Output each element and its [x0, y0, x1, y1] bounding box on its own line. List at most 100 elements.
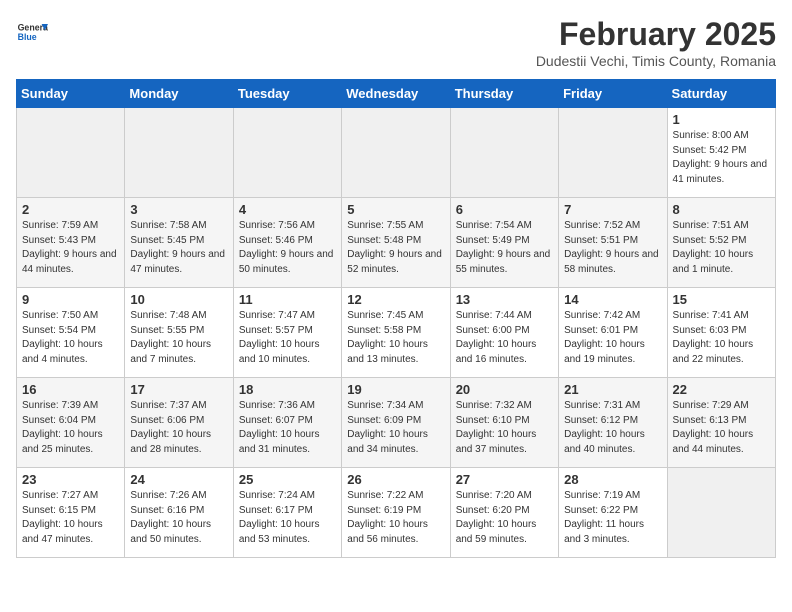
calendar-day-cell	[667, 468, 775, 558]
calendar-day-cell: 3 Sunrise: 7:58 AM Sunset: 5:45 PM Daylig…	[125, 198, 233, 288]
calendar-day-cell: 9Sunrise: 7:50 AM Sunset: 5:54 PM Daylig…	[17, 288, 125, 378]
calendar-day-cell: 6 Sunrise: 7:54 AM Sunset: 5:49 PM Daylig…	[450, 198, 558, 288]
calendar-week-row: 1 Sunrise: 8:00 AM Sunset: 5:42 PM Daylig…	[17, 108, 776, 198]
day-number: 25	[239, 472, 336, 487]
day-info: Sunrise: 8:00 AM Sunset: 5:42 PM Dayligh…	[673, 129, 770, 187]
title-block: February 2025 Dudestii Vechi, Timis Coun…	[536, 16, 776, 69]
day-number: 22	[673, 382, 770, 397]
day-number: 21	[564, 382, 661, 397]
weekday-header-monday: Monday	[125, 80, 233, 108]
day-info: Sunrise: 7:22 AM Sunset: 6:19 PM Dayligh…	[347, 489, 444, 547]
day-number: 23	[22, 472, 119, 487]
day-number: 12	[347, 292, 444, 307]
day-info: Sunrise: 7:55 AM Sunset: 5:48 PM Dayligh…	[347, 219, 444, 277]
day-number: 6	[456, 202, 553, 217]
calendar-day-cell: 22 Sunrise: 7:29 AM Sunset: 6:13 PM Dayli…	[667, 378, 775, 468]
calendar-day-cell: 16 Sunrise: 7:39 AM Sunset: 6:04 PM Dayli…	[17, 378, 125, 468]
day-info: Sunrise: 7:47 AM Sunset: 5:57 PM Dayligh…	[239, 309, 336, 367]
day-number: 13	[456, 292, 553, 307]
day-number: 28	[564, 472, 661, 487]
calendar-body: 1 Sunrise: 8:00 AM Sunset: 5:42 PM Daylig…	[17, 108, 776, 558]
day-info: Sunrise: 7:24 AM Sunset: 6:17 PM Dayligh…	[239, 489, 336, 547]
svg-text:Blue: Blue	[18, 32, 37, 42]
calendar-day-cell: 8 Sunrise: 7:51 AM Sunset: 5:52 PM Daylig…	[667, 198, 775, 288]
calendar-week-row: 16 Sunrise: 7:39 AM Sunset: 6:04 PM Dayli…	[17, 378, 776, 468]
day-number: 16	[22, 382, 119, 397]
calendar-day-cell	[125, 108, 233, 198]
calendar-day-cell: 20Sunrise: 7:32 AM Sunset: 6:10 PM Dayli…	[450, 378, 558, 468]
day-number: 19	[347, 382, 444, 397]
calendar-day-cell: 1 Sunrise: 8:00 AM Sunset: 5:42 PM Daylig…	[667, 108, 775, 198]
calendar-subtitle: Dudestii Vechi, Timis County, Romania	[536, 53, 776, 69]
day-info: Sunrise: 7:52 AM Sunset: 5:51 PM Dayligh…	[564, 219, 661, 277]
calendar-day-cell: 2 Sunrise: 7:59 AM Sunset: 5:43 PM Daylig…	[17, 198, 125, 288]
day-number: 26	[347, 472, 444, 487]
calendar-week-row: 23 Sunrise: 7:27 AM Sunset: 6:15 PM Dayli…	[17, 468, 776, 558]
calendar-day-cell: 28 Sunrise: 7:19 AM Sunset: 6:22 PM Dayli…	[559, 468, 667, 558]
calendar-day-cell: 5 Sunrise: 7:55 AM Sunset: 5:48 PM Daylig…	[342, 198, 450, 288]
day-info: Sunrise: 7:56 AM Sunset: 5:46 PM Dayligh…	[239, 219, 336, 277]
weekday-header-thursday: Thursday	[450, 80, 558, 108]
day-info: Sunrise: 7:34 AM Sunset: 6:09 PM Dayligh…	[347, 399, 444, 457]
calendar-day-cell: 25 Sunrise: 7:24 AM Sunset: 6:17 PM Dayli…	[233, 468, 341, 558]
day-info: Sunrise: 7:39 AM Sunset: 6:04 PM Dayligh…	[22, 399, 119, 457]
day-info: Sunrise: 7:50 AM Sunset: 5:54 PM Dayligh…	[22, 309, 119, 367]
day-number: 27	[456, 472, 553, 487]
calendar-day-cell: 13 Sunrise: 7:44 AM Sunset: 6:00 PM Dayli…	[450, 288, 558, 378]
day-info: Sunrise: 7:41 AM Sunset: 6:03 PM Dayligh…	[673, 309, 770, 367]
calendar-day-cell	[450, 108, 558, 198]
day-info: Sunrise: 7:51 AM Sunset: 5:52 PM Dayligh…	[673, 219, 770, 277]
day-info: Sunrise: 7:27 AM Sunset: 6:15 PM Dayligh…	[22, 489, 119, 547]
calendar-header: SundayMondayTuesdayWednesdayThursdayFrid…	[17, 80, 776, 108]
calendar-day-cell: 27 Sunrise: 7:20 AM Sunset: 6:20 PM Dayli…	[450, 468, 558, 558]
calendar-day-cell: 10 Sunrise: 7:48 AM Sunset: 5:55 PM Dayli…	[125, 288, 233, 378]
day-number: 3	[130, 202, 227, 217]
weekday-header-saturday: Saturday	[667, 80, 775, 108]
day-info: Sunrise: 7:59 AM Sunset: 5:43 PM Dayligh…	[22, 219, 119, 277]
calendar-table: SundayMondayTuesdayWednesdayThursdayFrid…	[16, 79, 776, 558]
day-number: 2	[22, 202, 119, 217]
day-number: 24	[130, 472, 227, 487]
day-info: Sunrise: 7:45 AM Sunset: 5:58 PM Dayligh…	[347, 309, 444, 367]
calendar-day-cell: 14 Sunrise: 7:42 AM Sunset: 6:01 PM Dayli…	[559, 288, 667, 378]
calendar-day-cell: 12 Sunrise: 7:45 AM Sunset: 5:58 PM Dayli…	[342, 288, 450, 378]
calendar-day-cell: 26 Sunrise: 7:22 AM Sunset: 6:19 PM Dayli…	[342, 468, 450, 558]
day-number: 5	[347, 202, 444, 217]
calendar-day-cell: 19 Sunrise: 7:34 AM Sunset: 6:09 PM Dayli…	[342, 378, 450, 468]
weekday-header-sunday: Sunday	[17, 80, 125, 108]
calendar-day-cell	[17, 108, 125, 198]
day-number: 4	[239, 202, 336, 217]
calendar-day-cell: 21Sunrise: 7:31 AM Sunset: 6:12 PM Dayli…	[559, 378, 667, 468]
day-info: Sunrise: 7:54 AM Sunset: 5:49 PM Dayligh…	[456, 219, 553, 277]
calendar-day-cell	[342, 108, 450, 198]
day-info: Sunrise: 7:42 AM Sunset: 6:01 PM Dayligh…	[564, 309, 661, 367]
day-number: 11	[239, 292, 336, 307]
weekday-header-wednesday: Wednesday	[342, 80, 450, 108]
day-number: 14	[564, 292, 661, 307]
day-info: Sunrise: 7:37 AM Sunset: 6:06 PM Dayligh…	[130, 399, 227, 457]
day-info: Sunrise: 7:29 AM Sunset: 6:13 PM Dayligh…	[673, 399, 770, 457]
day-info: Sunrise: 7:20 AM Sunset: 6:20 PM Dayligh…	[456, 489, 553, 547]
generalblue-logo-icon: General Blue	[16, 16, 48, 48]
day-number: 1	[673, 112, 770, 127]
header: General Blue February 2025 Dudestii Vech…	[16, 16, 776, 69]
day-number: 8	[673, 202, 770, 217]
day-number: 18	[239, 382, 336, 397]
day-number: 17	[130, 382, 227, 397]
calendar-title: February 2025	[536, 16, 776, 53]
day-info: Sunrise: 7:19 AM Sunset: 6:22 PM Dayligh…	[564, 489, 661, 547]
day-info: Sunrise: 7:48 AM Sunset: 5:55 PM Dayligh…	[130, 309, 227, 367]
day-info: Sunrise: 7:44 AM Sunset: 6:00 PM Dayligh…	[456, 309, 553, 367]
calendar-day-cell: 15 Sunrise: 7:41 AM Sunset: 6:03 PM Dayli…	[667, 288, 775, 378]
day-info: Sunrise: 7:26 AM Sunset: 6:16 PM Dayligh…	[130, 489, 227, 547]
logo: General Blue	[16, 16, 48, 48]
day-info: Sunrise: 7:58 AM Sunset: 5:45 PM Dayligh…	[130, 219, 227, 277]
calendar-day-cell: 7Sunrise: 7:52 AM Sunset: 5:51 PM Daylig…	[559, 198, 667, 288]
calendar-day-cell	[559, 108, 667, 198]
calendar-week-row: 9Sunrise: 7:50 AM Sunset: 5:54 PM Daylig…	[17, 288, 776, 378]
weekday-header-row: SundayMondayTuesdayWednesdayThursdayFrid…	[17, 80, 776, 108]
day-number: 10	[130, 292, 227, 307]
day-info: Sunrise: 7:32 AM Sunset: 6:10 PM Dayligh…	[456, 399, 553, 457]
day-number: 15	[673, 292, 770, 307]
weekday-header-tuesday: Tuesday	[233, 80, 341, 108]
